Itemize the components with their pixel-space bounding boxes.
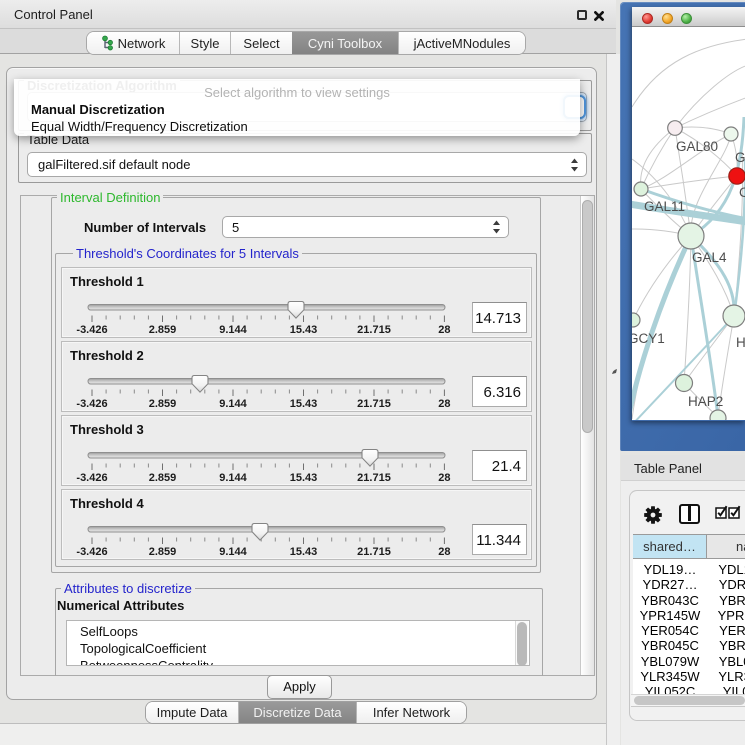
svg-text:GAL4: GAL4: [692, 250, 727, 265]
svg-text:-3.426: -3.426: [76, 546, 107, 558]
svg-text:C: C: [739, 185, 745, 200]
svg-text:9.144: 9.144: [219, 398, 247, 410]
svg-text:GA: GA: [735, 150, 745, 165]
svg-text:-3.426: -3.426: [76, 472, 107, 484]
svg-text:15.43: 15.43: [290, 324, 318, 336]
svg-text:15.43: 15.43: [290, 472, 318, 484]
svg-text:28: 28: [438, 324, 450, 336]
svg-text:2.859: 2.859: [149, 324, 177, 336]
svg-text:2.859: 2.859: [149, 472, 177, 484]
svg-text:2.859: 2.859: [149, 546, 177, 558]
svg-text:HAP2: HAP2: [688, 394, 723, 409]
svg-text:28: 28: [438, 398, 450, 410]
svg-text:H: H: [736, 335, 745, 350]
svg-text:28: 28: [438, 472, 450, 484]
svg-text:9.144: 9.144: [219, 324, 247, 336]
svg-text:28: 28: [438, 546, 450, 558]
svg-text:9.144: 9.144: [219, 546, 247, 558]
svg-text:15.43: 15.43: [290, 398, 318, 410]
svg-text:2.859: 2.859: [149, 398, 177, 410]
svg-text:21.715: 21.715: [357, 546, 391, 558]
svg-text:-3.426: -3.426: [76, 398, 107, 410]
svg-text:15.43: 15.43: [290, 546, 318, 558]
svg-text:GCY1: GCY1: [632, 331, 665, 346]
svg-text:9.144: 9.144: [219, 472, 247, 484]
svg-text:GAL11: GAL11: [644, 199, 685, 214]
svg-text:21.715: 21.715: [357, 472, 391, 484]
svg-text:-3.426: -3.426: [76, 324, 107, 336]
svg-text:21.715: 21.715: [357, 324, 391, 336]
svg-text:21.715: 21.715: [357, 398, 391, 410]
svg-text:GAL80: GAL80: [676, 139, 718, 154]
